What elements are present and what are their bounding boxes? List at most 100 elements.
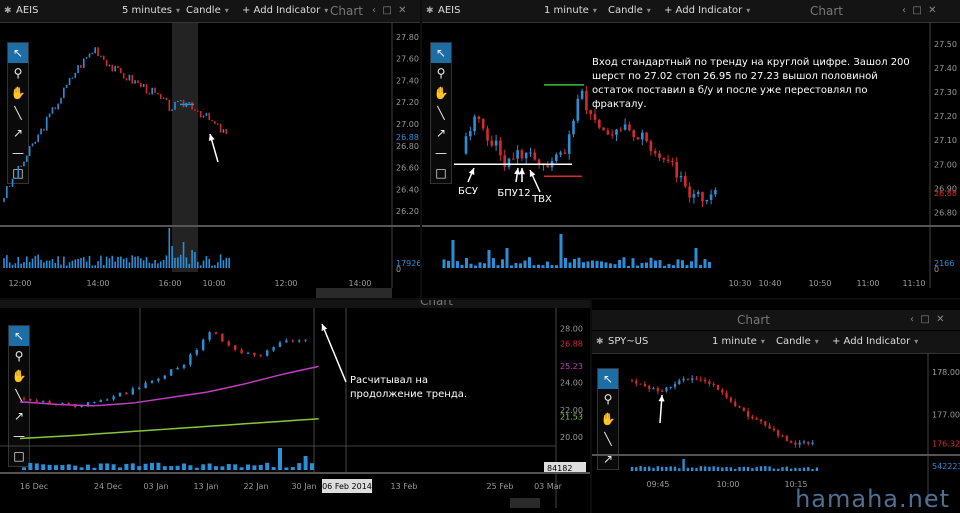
candle-body: [494, 140, 498, 146]
volume-bar: [47, 464, 52, 470]
volume-bar: [469, 263, 473, 268]
candle-body: [22, 398, 26, 400]
volume-bar: [568, 262, 572, 268]
volume-bar: [794, 467, 797, 471]
volume-bar: [26, 256, 28, 268]
volume-bar: [51, 258, 54, 268]
volume-bar: [648, 466, 651, 471]
candle-body: [219, 123, 222, 133]
trend-note: Расчитывал на продолжение тренда.: [350, 375, 468, 400]
candle-body: [157, 92, 159, 95]
candle-body: [163, 375, 166, 379]
symbol-field[interactable]: AEIS: [422, 0, 460, 22]
candle-body: [662, 157, 666, 160]
volume-bar: [550, 265, 554, 268]
volume-bar: [168, 228, 171, 268]
symbol-field[interactable]: SPY~US: [592, 331, 648, 353]
chart-type-dropdown[interactable]: Candle ▾: [608, 0, 651, 22]
candle-body: [162, 97, 165, 99]
candle-body: [134, 80, 136, 84]
candle-body: [97, 47, 99, 57]
volume-bar: [252, 465, 257, 470]
price-tick-label: 26.80: [934, 208, 957, 217]
volume-bar: [66, 464, 71, 470]
candle-body: [221, 333, 224, 342]
volume-bar: [815, 467, 819, 471]
candle-body: [74, 73, 77, 78]
candle-body: [182, 100, 185, 108]
date-tick-label: 03 Jan: [143, 482, 168, 491]
chart-type-value: Candle: [776, 336, 811, 347]
price-tick-label: 178.00: [932, 368, 960, 377]
candle-body: [54, 107, 57, 110]
volume-bar: [100, 255, 102, 268]
volume-bar: [94, 265, 96, 268]
chart-type-dropdown[interactable]: Candle ▾: [776, 331, 819, 353]
candle-body: [747, 411, 750, 417]
volume-bar: [456, 261, 459, 268]
candle-body: [623, 124, 627, 130]
candle-body: [114, 66, 116, 72]
price-tick-label: 24.00: [560, 379, 583, 388]
volume-bar: [640, 262, 644, 268]
volume-bar: [725, 466, 728, 471]
volume-bar: [474, 265, 477, 268]
candle-body: [106, 399, 109, 401]
candle-body: [214, 332, 218, 334]
candle-body: [246, 352, 250, 354]
candle-body: [630, 380, 634, 382]
price-tick-label: 27.40: [396, 76, 419, 85]
candle-body: [751, 416, 754, 419]
window-controls[interactable]: ‹ □ ✕: [372, 0, 407, 22]
add-indicator-button[interactable]: + Add Indicator ▾: [242, 0, 328, 22]
chart-toolbar: ✱ AEIS 1 minute ▾ Candle ▾ + Add Indicator…: [422, 0, 960, 23]
time-tick-label: 16:00: [158, 279, 181, 288]
candle-body: [645, 132, 648, 142]
interval-dropdown[interactable]: 1 minute ▾: [712, 331, 765, 353]
candle-body: [555, 154, 558, 161]
volume-bar: [465, 258, 468, 268]
candle-body: [188, 102, 191, 104]
volume-bar: [546, 261, 549, 268]
symbol-field[interactable]: AEIS: [0, 0, 38, 22]
chart-area[interactable]: 28.0024.0022.0020.0026.8825.2321.5384182…: [0, 308, 590, 513]
add-indicator-button[interactable]: + Add Indicator ▾: [664, 0, 750, 22]
candle-body: [524, 152, 528, 159]
date-tick-label: 13 Feb: [391, 482, 418, 491]
volume-bar: [154, 259, 156, 268]
chart-area[interactable]: 27.80 27.60 27.40 27.20 27.00 26.80 26.60 26.40…: [0, 22, 420, 298]
add-indicator-button[interactable]: + Add Indicator ▾: [832, 331, 918, 353]
volume-bar: [111, 255, 114, 268]
window-controls[interactable]: ‹ □ ✕: [902, 0, 937, 22]
candle-body: [26, 155, 28, 162]
volume-bar: [451, 240, 455, 268]
volume-bar: [205, 255, 208, 268]
volume-bar: [194, 252, 196, 268]
volume-bar: [635, 467, 638, 471]
volume-bar: [643, 466, 647, 471]
volume-bar: [278, 448, 282, 470]
last-price-tag: 26.88: [560, 340, 583, 349]
volume-bar: [708, 466, 711, 471]
candle-body: [298, 340, 301, 342]
window-controls[interactable]: ‹ □ ✕: [910, 310, 945, 330]
candle-body: [666, 159, 670, 162]
volume-bar: [165, 255, 168, 268]
candle-body: [208, 112, 210, 121]
interval-dropdown[interactable]: 5 minutes ▾: [122, 0, 180, 22]
volume-bar: [258, 464, 263, 470]
candle-body: [658, 153, 661, 158]
ma-magenta-line: [19, 365, 319, 407]
volume-bar: [125, 257, 128, 268]
volume-bar: [777, 468, 780, 471]
price-tick-label: 20.00: [560, 433, 583, 442]
volume-bar: [134, 256, 136, 268]
candle-body: [108, 65, 111, 67]
chart-type-dropdown[interactable]: Candle ▾: [186, 0, 229, 22]
candle-body: [675, 161, 678, 178]
candle-body: [755, 418, 758, 420]
interval-dropdown[interactable]: 1 minute ▾: [544, 0, 597, 22]
date-tick-label: 16 Dec: [20, 482, 48, 491]
volume-bar: [86, 464, 90, 470]
volume-bar: [703, 466, 707, 471]
